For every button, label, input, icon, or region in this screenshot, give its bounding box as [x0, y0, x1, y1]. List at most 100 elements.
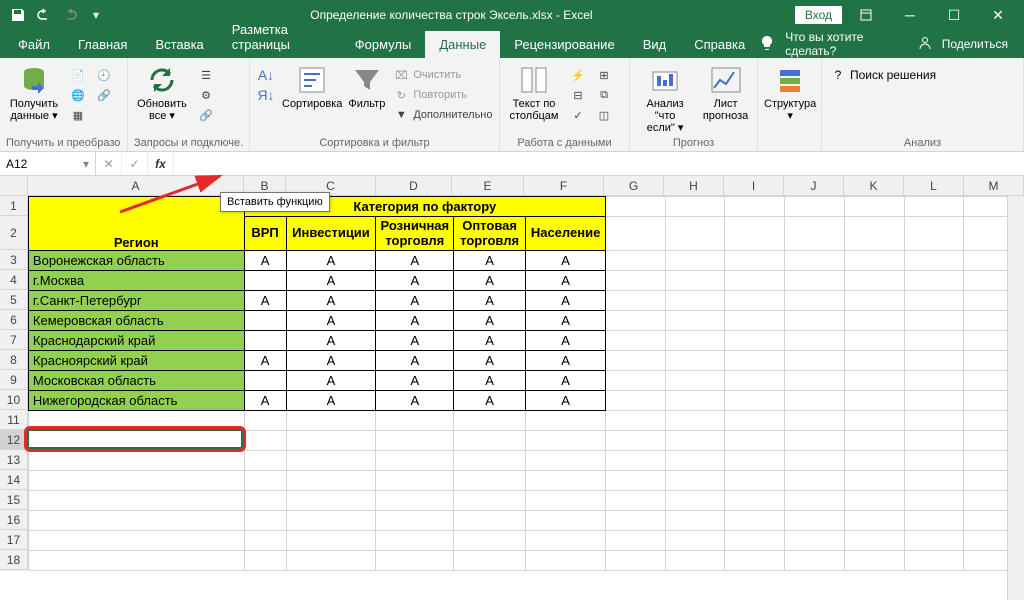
tell-me-input[interactable]: Что вы хотите сделать? [785, 30, 871, 58]
from-web-button[interactable]: 🌐 [68, 86, 88, 104]
data-cell[interactable]: A [454, 331, 526, 351]
sort-az-button[interactable]: A↓ [256, 66, 276, 84]
col-header[interactable]: G [604, 176, 664, 195]
data-cell[interactable] [244, 311, 286, 331]
from-text-button[interactable]: 📄 [68, 66, 88, 84]
queries-button[interactable]: ☰ [196, 66, 216, 84]
data-cell[interactable]: A [526, 291, 606, 311]
flash-fill-button[interactable]: ⚡ [568, 66, 588, 84]
data-cell[interactable]: A [454, 351, 526, 371]
login-button[interactable]: Вход [795, 6, 842, 24]
data-cell[interactable]: A [454, 371, 526, 391]
reapply-button[interactable]: ↻Повторить [391, 86, 494, 104]
data-cell[interactable]: A [376, 251, 454, 271]
data-cell[interactable]: A [526, 251, 606, 271]
column-headers[interactable]: ABCDEFGHIJKLM [0, 176, 1024, 196]
data-model-button[interactable]: ◫ [594, 106, 614, 124]
recent-button[interactable]: 🕘 [94, 66, 114, 84]
outline-button[interactable]: Структура ▾ [764, 62, 816, 122]
select-all-corner[interactable] [0, 176, 28, 195]
data-cell[interactable] [244, 331, 286, 351]
region-cell[interactable]: Краснодарский край [28, 331, 244, 351]
refresh-all-button[interactable]: Обновить все ▾ [134, 62, 190, 122]
data-cell[interactable]: A [244, 251, 286, 271]
minimize-icon[interactable]: ─ [890, 0, 930, 30]
data-cell[interactable]: A [286, 251, 376, 271]
data-cell[interactable]: A [526, 391, 606, 411]
row-header[interactable]: 10 [0, 390, 28, 410]
row-header[interactable]: 15 [0, 490, 28, 510]
tab-insert[interactable]: Вставка [141, 31, 217, 58]
data-cell[interactable]: A [376, 291, 454, 311]
col-header[interactable]: J [784, 176, 844, 195]
region-cell[interactable]: Красноярский край [28, 351, 244, 371]
filter-button[interactable]: Фильтр [348, 62, 385, 110]
data-cell[interactable]: A [454, 291, 526, 311]
row-header[interactable]: 13 [0, 450, 28, 470]
data-cell[interactable]: A [376, 271, 454, 291]
consolidate-button[interactable]: ⊞ [594, 66, 614, 84]
cells-area[interactable]: РегионКатегория по факторуВРПИнвестицииР… [28, 196, 1024, 571]
region-header-cell[interactable]: Регион [28, 197, 244, 251]
row-header[interactable]: 14 [0, 470, 28, 490]
sort-button[interactable]: Сортировка [282, 62, 342, 110]
data-cell[interactable]: A [454, 311, 526, 331]
data-cell[interactable]: A [286, 351, 376, 371]
qat-dropdown-icon[interactable]: ▾ [84, 3, 108, 27]
sub-header-cell[interactable]: Розничная торговля [376, 217, 454, 251]
data-cell[interactable]: A [286, 311, 376, 331]
tab-help[interactable]: Справка [680, 31, 759, 58]
clear-filter-button[interactable]: ⌧Очистить [391, 66, 494, 84]
region-cell[interactable]: Кемеровская область [28, 311, 244, 331]
data-cell[interactable]: A [526, 351, 606, 371]
close-icon[interactable]: ✕ [978, 0, 1018, 30]
sub-header-cell[interactable]: Население [526, 217, 606, 251]
row-header[interactable]: 6 [0, 310, 28, 330]
tell-me-icon[interactable] [759, 35, 775, 54]
data-cell[interactable]: A [454, 271, 526, 291]
sub-header-cell[interactable]: ВРП [244, 217, 286, 251]
tab-file[interactable]: Файл [4, 31, 64, 58]
data-cell[interactable]: A [376, 351, 454, 371]
share-icon[interactable] [918, 36, 932, 53]
save-icon[interactable] [6, 3, 30, 27]
data-cell[interactable]: A [454, 251, 526, 271]
region-cell[interactable]: г.Москва [28, 271, 244, 291]
data-cell[interactable]: A [286, 391, 376, 411]
sub-header-cell[interactable]: Инвестиции [286, 217, 376, 251]
row-header[interactable]: 17 [0, 530, 28, 550]
properties-button[interactable]: ⚙ [196, 86, 216, 104]
sub-header-cell[interactable]: Оптовая торговля [454, 217, 526, 251]
row-header[interactable]: 8 [0, 350, 28, 370]
region-cell[interactable]: Московская область [28, 371, 244, 391]
data-cell[interactable] [244, 271, 286, 291]
sort-za-button[interactable]: Я↓ [256, 86, 276, 104]
row-header[interactable]: 11 [0, 410, 28, 430]
col-header[interactable]: E [452, 176, 524, 195]
data-cell[interactable]: A [244, 351, 286, 371]
col-header[interactable]: M [964, 176, 1024, 195]
name-box[interactable]: A12▾ [0, 152, 96, 175]
maximize-icon[interactable]: ☐ [934, 0, 974, 30]
tab-home[interactable]: Главная [64, 31, 141, 58]
row-header[interactable]: 2 [0, 216, 28, 250]
insert-function-button[interactable]: fx [148, 152, 174, 175]
col-header[interactable]: K [844, 176, 904, 195]
enter-formula-button[interactable]: ✓ [122, 152, 148, 175]
data-cell[interactable]: A [376, 371, 454, 391]
col-header[interactable]: F [524, 176, 604, 195]
connections-button[interactable]: 🔗 [94, 86, 114, 104]
region-cell[interactable]: г.Санкт-Петербург [28, 291, 244, 311]
tab-data[interactable]: Данные [425, 31, 500, 58]
ribbon-options-icon[interactable] [846, 0, 886, 30]
formula-input[interactable] [174, 152, 1024, 175]
tab-view[interactable]: Вид [629, 31, 681, 58]
data-cell[interactable] [244, 371, 286, 391]
data-cell[interactable]: A [454, 391, 526, 411]
data-cell[interactable]: A [376, 331, 454, 351]
col-header[interactable]: H [664, 176, 724, 195]
data-cell[interactable]: A [376, 391, 454, 411]
tab-formulas[interactable]: Формулы [341, 31, 426, 58]
advanced-filter-button[interactable]: ▼Дополнительно [391, 106, 494, 124]
row-header[interactable]: 4 [0, 270, 28, 290]
